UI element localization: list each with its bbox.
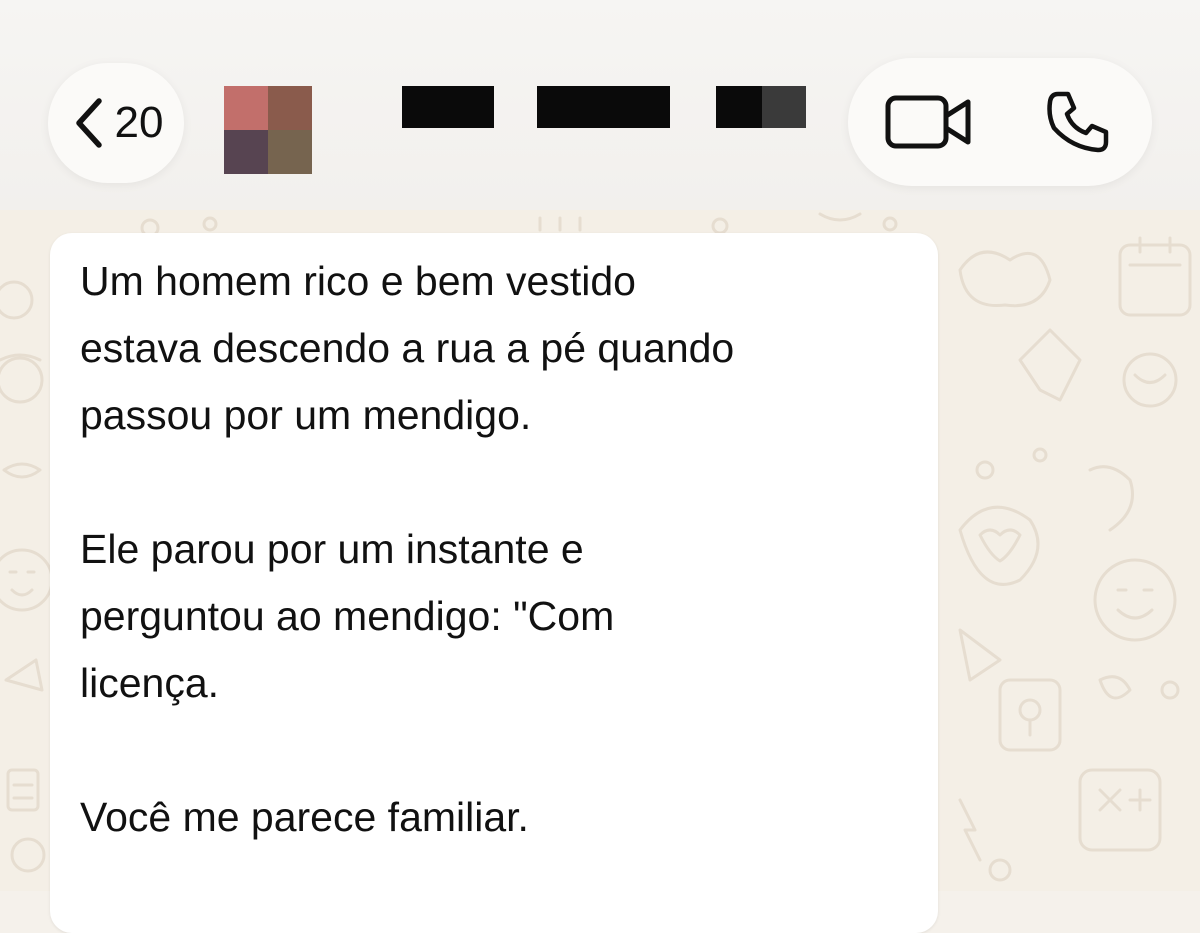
call-actions [848,58,1152,186]
message-paragraph: Um homem rico e bem vestido estava desce… [80,258,735,438]
chevron-left-icon [75,98,102,148]
contact-name-redacted[interactable] [402,86,494,128]
video-camera-icon [885,95,971,149]
contact-name-redacted[interactable] [762,86,806,128]
message-paragraph: Você me parece familiar. [80,794,529,840]
phone-icon [1047,91,1109,153]
voice-call-button[interactable] [1044,88,1112,156]
back-button[interactable]: 20 [48,63,184,183]
video-call-button[interactable] [884,90,974,154]
avatar[interactable] [224,86,312,174]
contact-name-redacted[interactable] [716,86,762,128]
message-text: Um homem rico e bem vestido estava desce… [80,248,920,918]
unread-count: 20 [114,98,164,147]
message-paragraph: Ele parou por um instante e perguntou ao… [80,526,615,706]
contact-name-redacted[interactable] [537,86,670,128]
chat-header: 20 [0,0,1200,210]
